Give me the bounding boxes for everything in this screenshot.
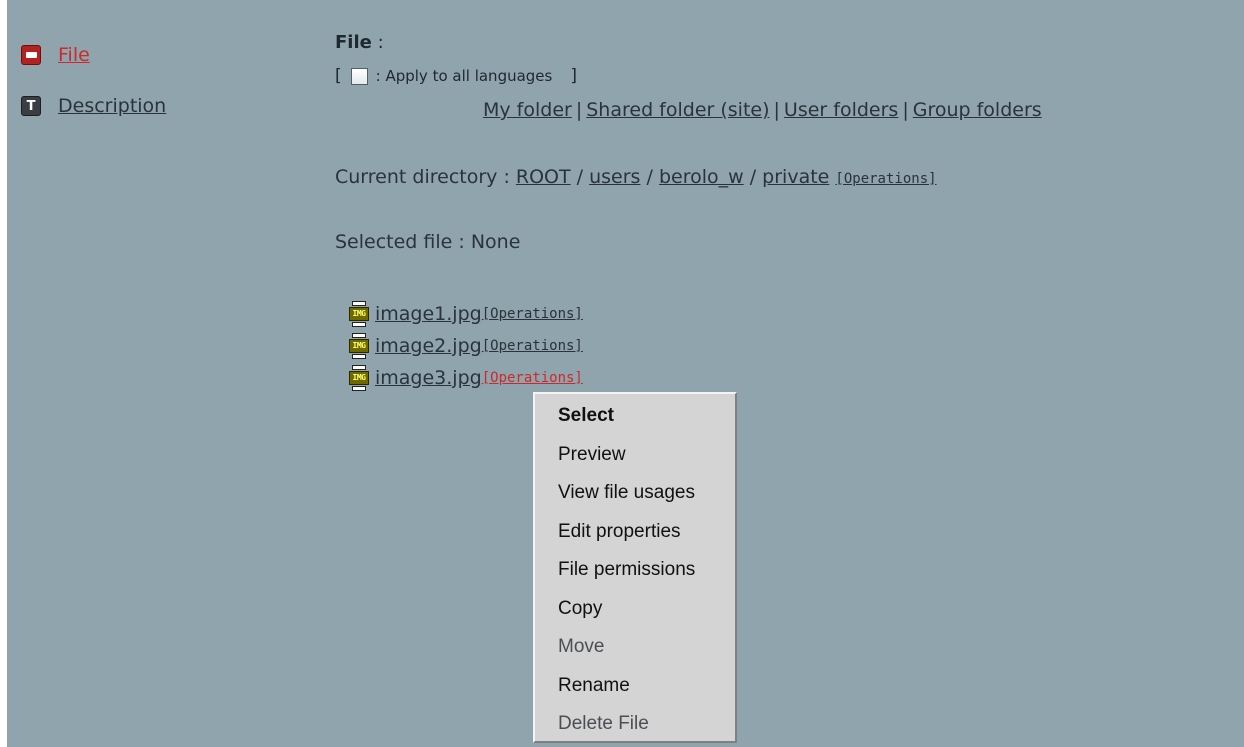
current-directory-label: Current directory : (335, 166, 510, 188)
nav-link-file[interactable]: File (58, 44, 90, 66)
user-folders-link[interactable]: User folders (784, 99, 898, 121)
menu-item-move: Move (558, 636, 605, 657)
apply-all-languages-checkbox[interactable] (350, 67, 368, 85)
path-separator: / (646, 166, 653, 188)
list-item: IMG image2.jpg [Operations] (349, 330, 583, 362)
nav-item-file[interactable]: File (21, 44, 90, 66)
menu-item-edit-properties[interactable]: Edit properties (535, 517, 735, 556)
file-link[interactable]: image1.jpg (375, 303, 482, 325)
folder-links: My folder | Shared folder (site) | User fold… (483, 99, 1042, 121)
my-folder-link[interactable]: My folder (483, 99, 572, 121)
file-operations-link[interactable]: [Operations] (482, 338, 583, 354)
shared-folder-link[interactable]: Shared folder (site) (586, 99, 769, 121)
menu-item-preview[interactable]: Preview (535, 440, 735, 479)
menu-item-rename[interactable]: Rename (535, 671, 735, 710)
directory-operations-link[interactable]: [Operations] (835, 171, 936, 187)
separator: | (902, 99, 909, 121)
menu-item-delete-file: Delete File (558, 713, 649, 734)
page-title: File : (335, 32, 384, 53)
separator: | (575, 99, 583, 121)
nav-link-description[interactable]: Description (58, 95, 166, 117)
menu-item-copy[interactable]: Copy (535, 594, 735, 633)
menu-item-view-file-usages[interactable]: View file usages (535, 478, 735, 517)
separator: | (773, 99, 780, 121)
file-list: IMG image1.jpg [Operations] IMG image2.jp… (349, 298, 583, 394)
selected-file-status: Selected file : None (335, 231, 521, 253)
page: File T Description File : [ : Apply to a… (7, 0, 1244, 747)
close-bracket: ] (570, 66, 577, 86)
apply-all-languages-row: [ : Apply to all languages ] (335, 66, 577, 86)
file-link[interactable]: image2.jpg (375, 335, 482, 357)
breadcrumb-root[interactable]: ROOT (516, 166, 571, 188)
open-bracket: [ (335, 66, 342, 86)
text-icon[interactable]: T (21, 96, 41, 116)
list-item: IMG image3.jpg [Operations] (349, 362, 583, 394)
context-menu: Select Preview View file usages Edit pro… (533, 392, 737, 743)
image-file-icon: IMG (349, 333, 369, 359)
title-suffix: : (371, 32, 384, 53)
file-operations-link-active[interactable]: [Operations] (482, 370, 583, 386)
file-link[interactable]: image3.jpg (375, 367, 482, 389)
group-folders-link[interactable]: Group folders (913, 99, 1042, 121)
path-separator: / (576, 166, 584, 188)
breadcrumb-berolo-w[interactable]: berolo_w (659, 166, 744, 188)
menu-item-select[interactable]: Select (535, 401, 735, 440)
breadcrumb-users[interactable]: users (589, 166, 640, 188)
nav-item-description[interactable]: T Description (21, 95, 166, 117)
breadcrumb-private[interactable]: private (762, 166, 829, 188)
title-text: File (335, 32, 372, 53)
path-separator: / (749, 166, 757, 188)
apply-all-languages-label: : Apply to all languages (375, 67, 553, 85)
file-operations-link[interactable]: [Operations] (482, 306, 583, 322)
image-file-icon: IMG (349, 365, 369, 391)
file-icon[interactable] (21, 45, 41, 65)
image-file-icon: IMG (349, 301, 369, 327)
list-item: IMG image1.jpg [Operations] (349, 298, 583, 330)
breadcrumb: Current directory : ROOT / users / berol… (335, 166, 937, 188)
menu-item-file-permissions[interactable]: File permissions (535, 555, 735, 594)
